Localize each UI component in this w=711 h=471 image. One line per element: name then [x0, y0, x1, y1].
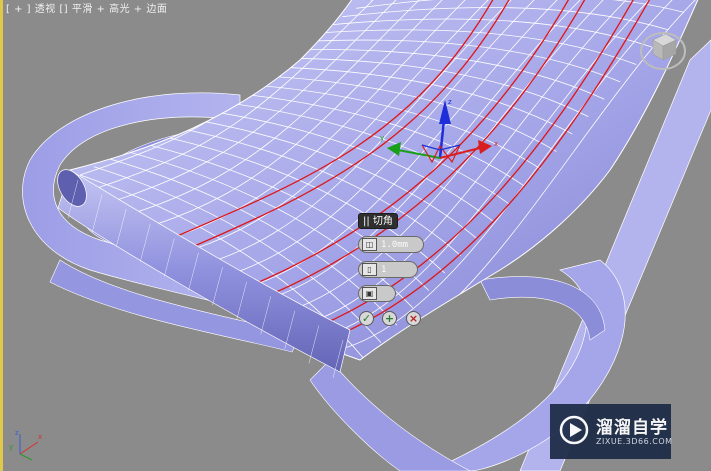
chamfer-open-toggle[interactable]: ▣	[358, 285, 396, 302]
viewcube-icon[interactable]	[638, 24, 688, 74]
svg-text:y: y	[380, 134, 384, 142]
svg-text:x: x	[494, 140, 498, 148]
active-viewport-border	[0, 0, 3, 471]
chamfer-segments-icon: ▯	[362, 263, 377, 276]
axis-y-label: y	[9, 443, 13, 451]
chamfer-amount-icon: ◫	[362, 238, 377, 251]
rocking-chair-model[interactable]: z y x	[0, 0, 711, 471]
watermark-badge: 溜溜自学 ZIXUE.3D66.COM	[550, 404, 673, 459]
ok-check-icon[interactable]: ✓	[359, 311, 374, 326]
perspective-viewport[interactable]: z y x [ + ] 透视 [] 平滑 + 高光 + 边面 z y x || …	[0, 0, 711, 471]
apply-plus-icon[interactable]: +	[382, 311, 397, 326]
axis-x-label: x	[38, 433, 42, 441]
chamfer-segments-value[interactable]: 1	[381, 265, 386, 275]
watermark-title: 溜溜自学	[596, 418, 668, 438]
cancel-x-icon[interactable]: ×	[406, 311, 421, 326]
chamfer-segments-field[interactable]: ▯ 1	[358, 261, 418, 278]
chamfer-amount-value[interactable]: 1.0mm	[381, 240, 408, 250]
watermark-url: ZIXUE.3D66.COM	[596, 437, 673, 446]
watermark-logo-icon	[559, 415, 589, 445]
chamfer-open-icon: ▣	[362, 287, 377, 300]
svg-text:z: z	[448, 98, 452, 106]
viewport-label[interactable]: [ + ] 透视 [] 平滑 + 高光 + 边面	[6, 0, 167, 15]
caddy-title[interactable]: || 切角	[358, 213, 398, 229]
axis-tripod-icon: z y x	[9, 429, 42, 461]
chamfer-amount-field[interactable]: ◫ 1.0mm	[358, 236, 424, 253]
axis-z-label: z	[15, 429, 19, 437]
